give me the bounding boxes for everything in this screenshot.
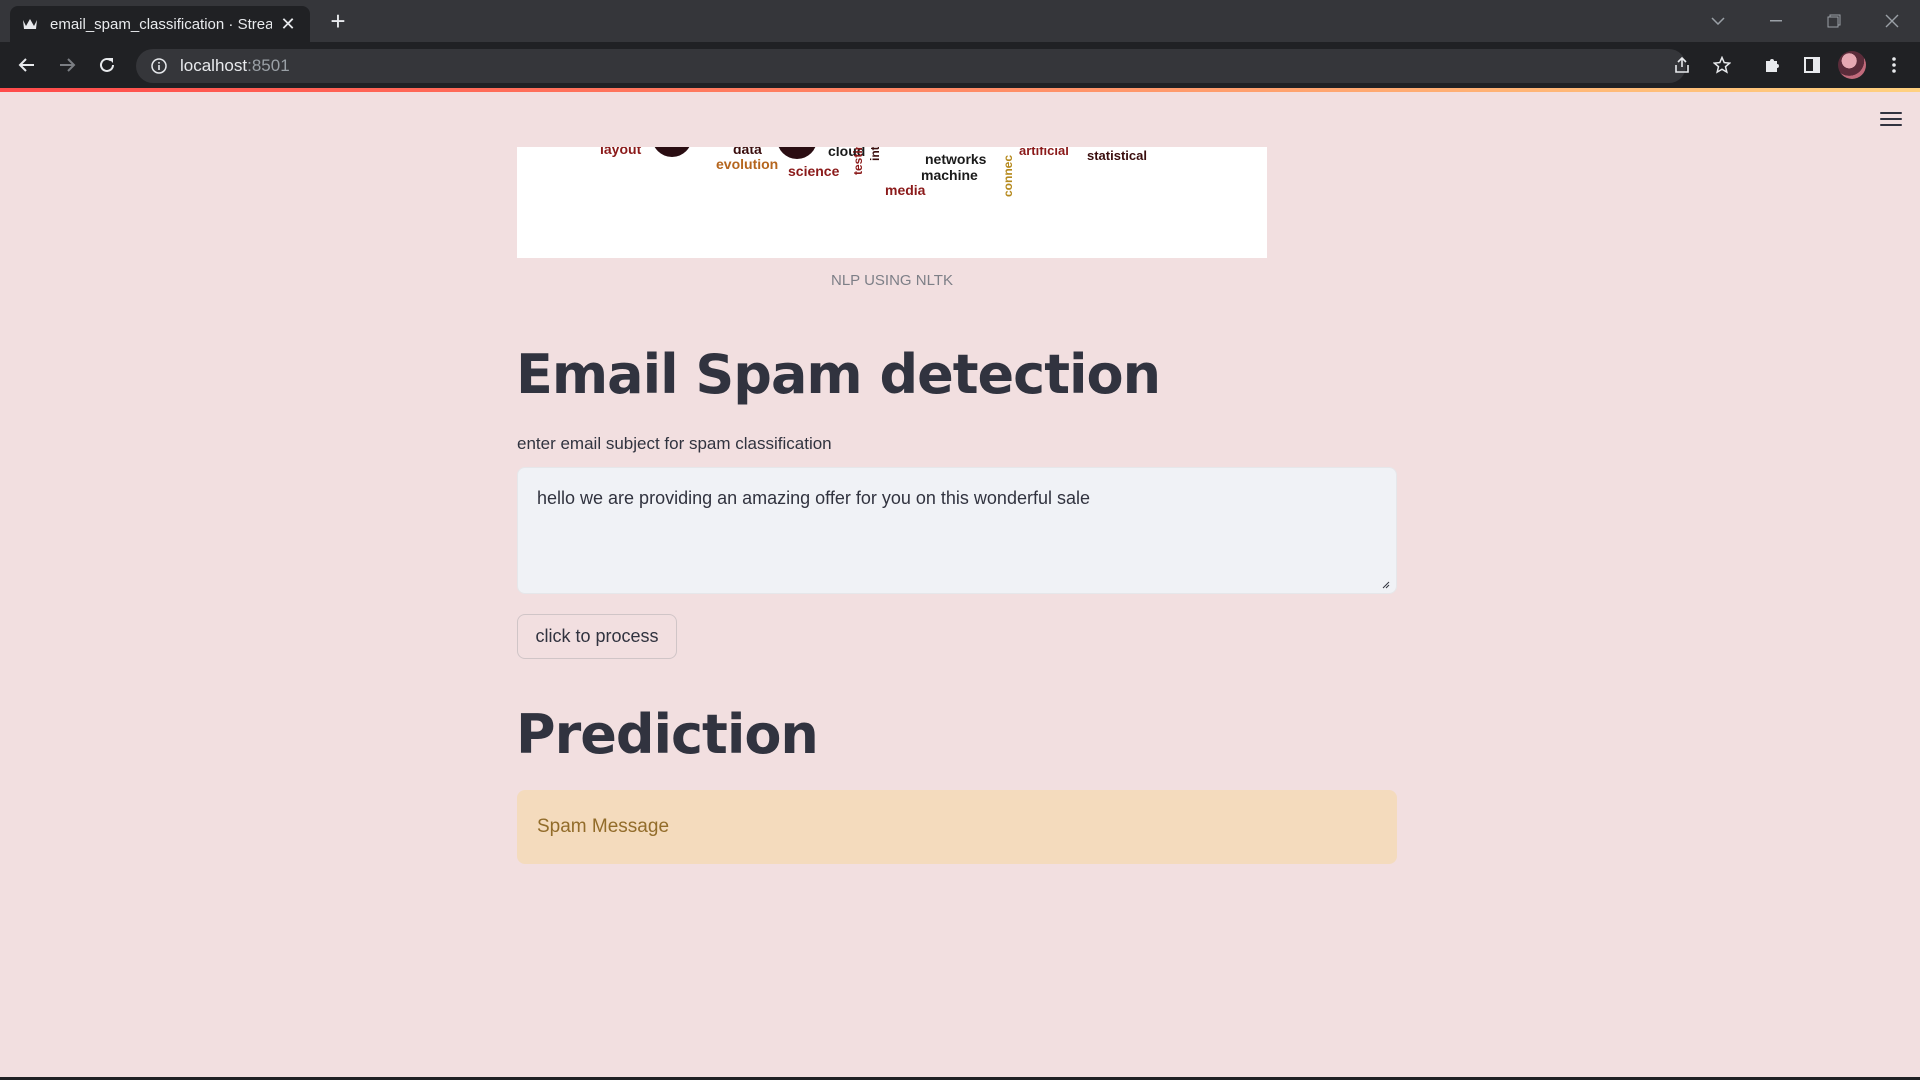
word-cloud-word: machine	[921, 167, 978, 183]
window-close-icon[interactable]	[1864, 0, 1920, 42]
close-icon[interactable]: ✕	[278, 14, 298, 35]
restore-icon[interactable]	[1806, 0, 1862, 42]
browser-tab[interactable]: email_spam_classification · Streamlit ✕	[10, 6, 310, 42]
puzzle-icon[interactable]	[1756, 49, 1788, 81]
arrow-forward-icon[interactable]	[51, 49, 83, 81]
word-cloud-word: intellig	[868, 147, 882, 161]
email-subject-textarea[interactable]: hello we are providing an amazing offer …	[517, 467, 1397, 594]
word-cloud-blob	[652, 147, 692, 157]
word-cloud-blob	[777, 147, 817, 159]
minimize-icon[interactable]	[1748, 0, 1804, 42]
text-area-label: enter email subject for spam classificat…	[517, 434, 832, 453]
plus-icon[interactable]: +	[324, 8, 352, 36]
browser-toolbar: localhost:8501	[0, 42, 1920, 88]
streamlit-header-decoration	[0, 88, 1920, 92]
word-cloud-word: evolution	[716, 156, 779, 172]
word-cloud-word: networks	[925, 151, 987, 167]
streamlit-crown-icon	[22, 16, 38, 32]
prediction-result-text: Spam Message	[537, 816, 670, 837]
word-cloud-image: layout data evolution science cloud test…	[517, 147, 1267, 258]
page-title: Email Spam detection	[516, 343, 1161, 406]
prediction-heading: Prediction	[516, 703, 819, 766]
prediction-result-alert: Spam Message	[517, 790, 1397, 864]
share-icon[interactable]	[1666, 49, 1698, 81]
arrow-back-icon[interactable]	[11, 49, 43, 81]
kebab-menu-icon[interactable]	[1878, 49, 1910, 81]
url-port: :8501	[247, 56, 290, 75]
hamburger-menu-icon[interactable]	[1880, 110, 1902, 128]
address-bar[interactable]: localhost:8501	[136, 49, 1686, 83]
profile-avatar[interactable]	[1838, 51, 1866, 79]
image-caption: NLP USING NLTK	[831, 272, 953, 289]
word-cloud-word: summarization	[899, 147, 991, 150]
info-icon[interactable]	[150, 57, 168, 75]
star-icon[interactable]	[1706, 49, 1738, 81]
side-panel-icon[interactable]	[1796, 49, 1828, 81]
reload-icon[interactable]	[91, 49, 123, 81]
process-button[interactable]: click to process	[517, 614, 677, 659]
word-cloud-word: testing	[851, 147, 865, 175]
browser-titlebar: email_spam_classification · Streamlit ✕ …	[0, 0, 1920, 42]
textarea-value: hello we are providing an amazing offer …	[537, 488, 1090, 508]
word-cloud-word: statistical	[1087, 148, 1147, 163]
tab-search-chevron-icon[interactable]	[1690, 0, 1746, 42]
word-cloud-word: layout	[600, 147, 642, 157]
word-cloud-word: media	[885, 182, 926, 198]
tab-title: email_spam_classification · Streamlit	[50, 15, 272, 33]
resize-grip-icon[interactable]	[1380, 579, 1390, 589]
url-host: localhost	[180, 56, 248, 75]
word-cloud-word: connec	[1001, 154, 1015, 197]
word-cloud-word: artificial	[1019, 147, 1069, 158]
word-cloud-word: science	[788, 163, 840, 179]
